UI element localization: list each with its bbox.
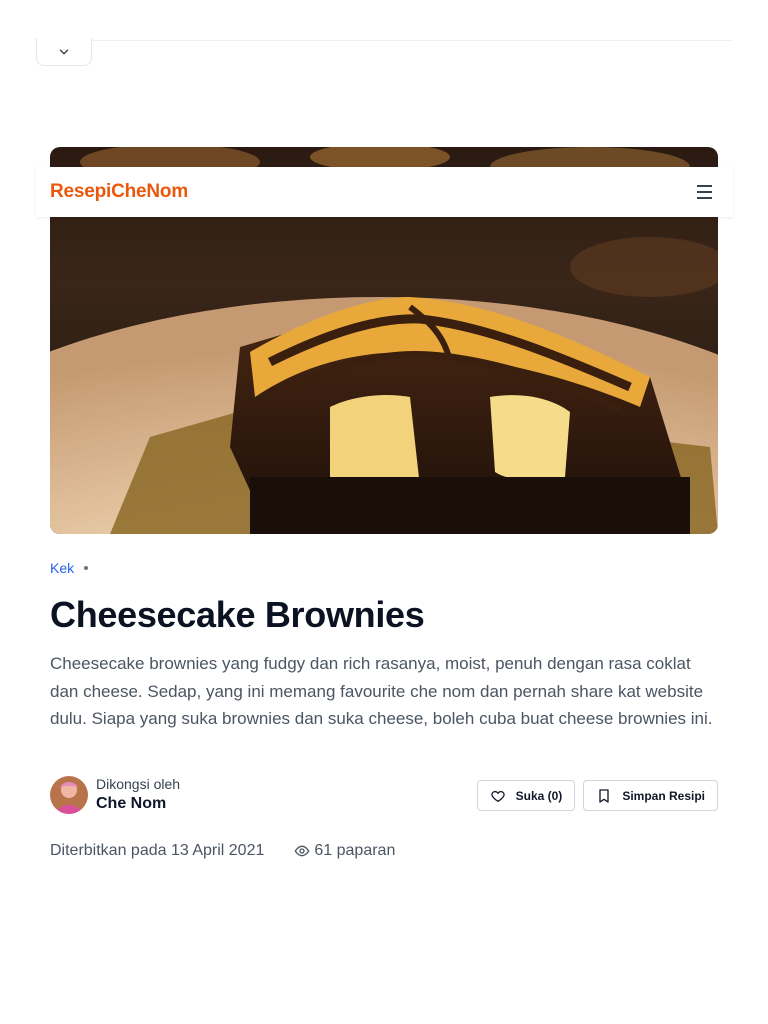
save-recipe-button[interactable]: Simpan Resipi xyxy=(583,780,718,811)
view-count: 61 paparan xyxy=(294,842,395,860)
recipe-title: Cheesecake Brownies xyxy=(50,594,425,635)
category-link[interactable]: Kek xyxy=(50,560,74,576)
author-label: Dikongsi oleh xyxy=(96,776,181,792)
like-label: Suka (0) xyxy=(515,788,563,803)
save-label: Simpan Resipi xyxy=(622,788,705,803)
top-divider xyxy=(36,36,732,41)
author-name[interactable]: Che Nom xyxy=(96,793,180,815)
separator-dot xyxy=(84,566,89,570)
avatar[interactable] xyxy=(50,776,88,814)
like-button[interactable]: Suka (0) xyxy=(476,780,576,811)
published-date: Diterbitkan pada 13 April 2021 xyxy=(50,842,265,859)
hamburger-menu-icon[interactable] xyxy=(697,182,717,202)
publish-info: Diterbitkan pada 13 April 2021 61 papara… xyxy=(50,842,395,860)
heart-icon xyxy=(490,790,505,802)
recipe-meta: Kek xyxy=(50,560,89,576)
view-count-label: 61 paparan xyxy=(314,842,396,859)
site-logo[interactable]: ResepiCheNom xyxy=(50,181,188,203)
chevron-down-icon xyxy=(59,49,69,54)
eye-icon xyxy=(294,845,310,857)
recipe-description: Cheesecake brownies yang fudgy dan rich … xyxy=(50,654,713,728)
collapse-toggle[interactable] xyxy=(36,38,92,66)
bookmark-icon xyxy=(599,788,609,803)
author-block: Dikongsi oleh Che Nom xyxy=(50,775,180,815)
recipe-actions: Suka (0) Simpan Resipi xyxy=(476,780,718,811)
site-header: ResepiCheNom xyxy=(36,167,733,217)
